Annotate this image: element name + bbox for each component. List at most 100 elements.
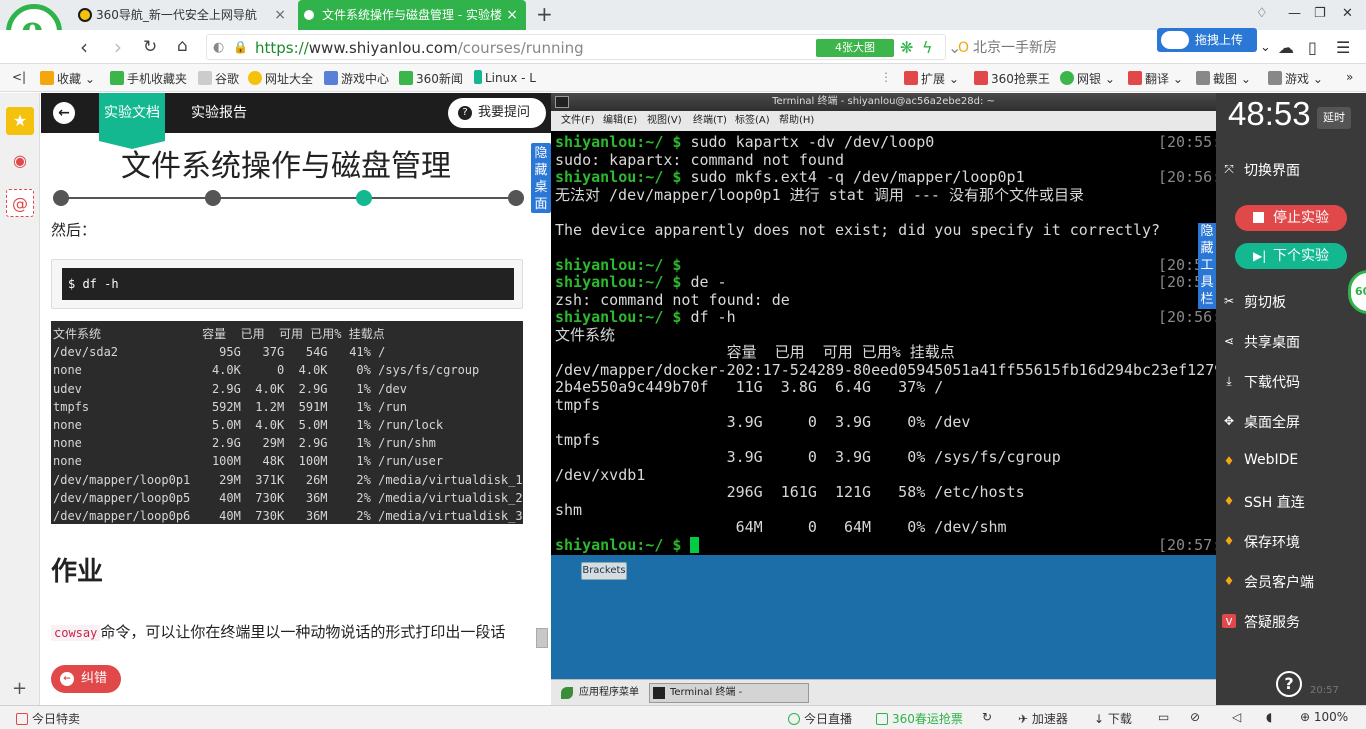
tab-360-nav[interactable]: 360导航_新一代安全上网导航 × xyxy=(72,0,294,30)
weibo-icon[interactable]: ◉ xyxy=(6,147,34,175)
close-window-icon[interactable]: ✕ xyxy=(1342,6,1353,21)
sound-icon[interactable]: ◁ xyxy=(1232,710,1241,724)
ticket-link[interactable]: 360春运抢票 xyxy=(876,710,963,727)
big-image-button[interactable]: 4张大图 xyxy=(816,39,894,57)
tab-lab-report[interactable]: 实验报告 xyxy=(181,93,257,133)
refresh-icon[interactable]: ↻ xyxy=(982,710,992,724)
member-client-button[interactable]: ♦ 会员客户端 xyxy=(1224,572,1314,592)
help-icon[interactable]: ? xyxy=(1276,671,1302,697)
extend-time-button[interactable]: 延时 xyxy=(1317,107,1351,129)
menu-file[interactable]: 文件(F) xyxy=(561,111,595,131)
ssh-button[interactable]: ♦ SSH 直连 xyxy=(1224,492,1305,512)
reload-icon[interactable]: ↻ xyxy=(143,37,157,57)
chevron-down-icon[interactable]: ⌄ xyxy=(1260,40,1271,55)
save-env-button[interactable]: ♦ 保存环境 xyxy=(1224,532,1300,552)
menu-help[interactable]: 帮助(H) xyxy=(779,111,814,131)
step-dot[interactable] xyxy=(53,190,69,206)
bookmark-overflow-icon[interactable]: » xyxy=(1346,70,1353,84)
page-info-icon[interactable]: ◐ xyxy=(213,40,224,55)
report-error-button[interactable]: ← 纠错 xyxy=(51,665,121,693)
bookmark-extensions[interactable]: 扩展 ⌄ xyxy=(904,70,959,87)
app-menu-button[interactable]: 应用程序菜单 xyxy=(559,680,639,705)
step-dot[interactable] xyxy=(205,190,221,206)
menu-view[interactable]: 视图(V) xyxy=(647,111,682,131)
terminal-line: /dev/xvdb1 xyxy=(555,466,1216,485)
task-label: Terminal 终端 - shiyanlou@... xyxy=(670,687,743,698)
output-text: shm xyxy=(555,500,583,519)
restore-icon[interactable]: ❐ xyxy=(1314,6,1326,21)
add-sidebar-icon[interactable]: + xyxy=(12,678,27,699)
terminal-line: tmpfs xyxy=(555,396,1216,415)
bookmark-game2[interactable]: 游戏 ⌄ xyxy=(1268,70,1323,87)
download-code-button[interactable]: ⤓ 下载代码 xyxy=(1226,372,1300,392)
collapse-icon[interactable]: <| xyxy=(12,70,26,84)
step-dot[interactable] xyxy=(508,190,524,206)
brackets-desktop-icon[interactable]: Brackets xyxy=(581,562,627,580)
hide-desktop-button[interactable]: 隐藏桌面 xyxy=(531,143,551,213)
menu-terminal[interactable]: 终端(T) xyxy=(693,111,727,131)
clipboard-button[interactable]: ✂ 剪切板 xyxy=(1224,292,1286,312)
menu-icon[interactable]: ☰ xyxy=(1336,38,1350,57)
ask-label: 我要提问 xyxy=(478,105,531,120)
menu-edit[interactable]: 编辑(E) xyxy=(603,111,637,131)
phone-icon[interactable]: ▯ xyxy=(1308,38,1317,57)
ask-question-button[interactable]: ? 我要提问 xyxy=(448,98,546,128)
bookmark-label: 谷歌 xyxy=(215,72,240,86)
ssh-label: SSH 直连 xyxy=(1244,495,1305,511)
favorites-star-icon[interactable]: ★ xyxy=(6,107,34,135)
daily-sale-link[interactable]: 今日特卖 xyxy=(16,710,80,727)
fullscreen-button[interactable]: ✥ 桌面全屏 xyxy=(1224,412,1300,432)
webide-button[interactable]: ♦ WebIDE xyxy=(1224,452,1299,468)
stop-lab-button[interactable]: 停止实验 xyxy=(1235,205,1347,231)
bookmark-bank[interactable]: 网银 ⌄ xyxy=(1060,70,1115,87)
new-tab-button[interactable]: + xyxy=(536,2,553,26)
close-tab-icon[interactable]: × xyxy=(274,0,286,30)
eraser-icon[interactable]: ⊘ xyxy=(1190,710,1200,724)
lightning-icon[interactable]: ϟ xyxy=(922,38,933,57)
minimize-icon[interactable]: — xyxy=(1288,6,1301,21)
bookmark-favorites[interactable]: 收藏 ⌄ xyxy=(40,70,95,87)
bookmark-sites[interactable]: 网址大全 xyxy=(248,70,313,87)
terminal-titlebar[interactable]: Terminal 终端 - shiyanlou@ac56a2ebe28d: ~ xyxy=(551,93,1216,111)
bookmark-translate[interactable]: 翻译 ⌄ xyxy=(1128,70,1183,87)
step-dot-current[interactable] xyxy=(356,190,372,206)
bookmark-games[interactable]: 游戏中心 xyxy=(324,70,389,87)
search-input[interactable] xyxy=(973,37,1143,59)
hide-toolbar-button[interactable]: 隐藏工具栏 xyxy=(1198,223,1216,309)
volume-icon[interactable]: ◖ xyxy=(1266,710,1272,724)
doc-scrollbar[interactable] xyxy=(536,628,548,648)
zoom-control[interactable]: ⊕ 100% xyxy=(1300,710,1348,724)
search-engine-icon[interactable]: O xyxy=(958,40,969,56)
cloud-sync-icon[interactable]: ☁ xyxy=(1278,38,1294,57)
bookmark-news[interactable]: 360新闻 xyxy=(399,70,463,87)
email-icon[interactable]: @ xyxy=(6,189,34,217)
tab-lab-doc[interactable]: 实验文档 xyxy=(99,93,165,149)
forward-icon[interactable]: › xyxy=(114,35,122,59)
window-icon[interactable]: ▭ xyxy=(1158,710,1169,724)
next-lab-button[interactable]: ▶| 下个实验 xyxy=(1235,243,1347,269)
switch-ui-button[interactable]: ⤧ 切换界面 xyxy=(1224,160,1300,180)
bookmark-linux[interactable]: Linux - L xyxy=(474,70,536,85)
close-tab-icon[interactable]: × xyxy=(506,0,518,30)
drag-upload-button[interactable]: 拖拽上传 xyxy=(1157,28,1257,52)
menu-tabs[interactable]: 标签(A) xyxy=(735,111,770,131)
home-icon[interactable]: ⌂ xyxy=(177,36,188,56)
shirt-skin-icon[interactable]: ♢ xyxy=(1256,6,1268,21)
terminal-output[interactable]: shiyanlou:~/ $ sudo kapartx -dv /dev/loo… xyxy=(551,131,1216,555)
live-link[interactable]: 今日直播 xyxy=(788,710,852,727)
bookmark-ticket[interactable]: 360抢票王 xyxy=(974,70,1050,87)
download-link[interactable]: ↓ 下载 xyxy=(1094,710,1132,727)
accelerator-link[interactable]: ✈ 加速器 xyxy=(1018,710,1068,727)
bookmark-mobile[interactable]: 手机收藏夹 xyxy=(110,70,187,87)
green-shield-icon[interactable]: ❋ xyxy=(900,38,913,57)
back-arrow-icon[interactable]: ← xyxy=(53,102,75,124)
taskbar-terminal[interactable]: Terminal 终端 - shiyanlou@... xyxy=(649,683,809,703)
bookmark-screenshot[interactable]: 截图 ⌄ xyxy=(1196,70,1251,87)
tab-shiyanlou[interactable]: 文件系统操作与磁盘管理 - 实验楼 × xyxy=(298,0,526,30)
more-icon[interactable]: ⋮ xyxy=(880,70,892,84)
qa-service-button[interactable]: v 答疑服务 xyxy=(1222,612,1300,632)
bookmark-google[interactable]: 谷歌 xyxy=(198,70,239,87)
share-desktop-button[interactable]: ⋖ 共享桌面 xyxy=(1224,332,1300,352)
back-icon[interactable]: ‹ xyxy=(80,35,88,59)
output-text: sudo: kapartx: command not found xyxy=(555,150,844,169)
